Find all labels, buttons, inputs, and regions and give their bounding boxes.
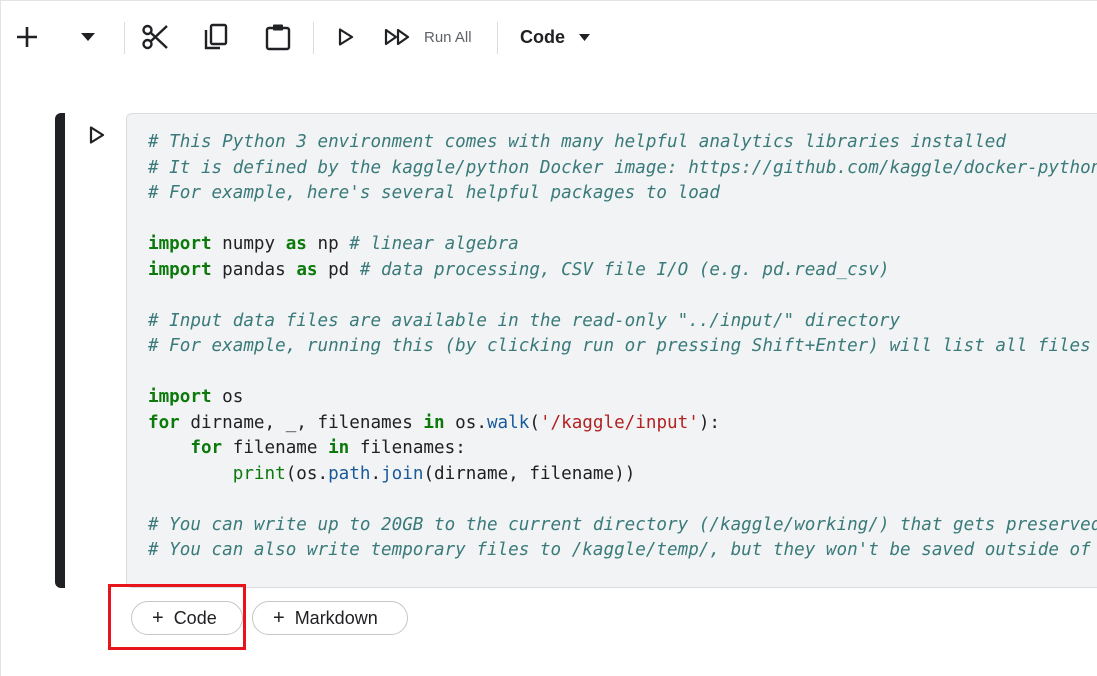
code-token-keyword: import — [148, 234, 212, 254]
code-line: # This Python 3 environment comes with m… — [148, 130, 1097, 156]
code-line: # For example, here's several helpful pa… — [148, 181, 1097, 207]
active-cell-indicator — [55, 113, 65, 588]
caret-down-icon — [579, 33, 590, 41]
code-token-plain: filename — [222, 438, 329, 458]
code-line: # It is defined by the kaggle/python Doc… — [148, 156, 1097, 182]
code-token-plain: pandas — [211, 259, 297, 280]
code-token-comment: # For example, here's several helpful pa… — [148, 183, 720, 203]
code-token-plain: ): — [698, 412, 721, 433]
code-line: ​ — [148, 360, 1097, 386]
code-token-keyword: import — [148, 387, 212, 407]
caret-down-icon — [81, 33, 95, 41]
code-token-plain: dirname, _, filenames — [179, 412, 424, 433]
code-token-comment: # For example, running this (by clicking… — [148, 336, 1091, 356]
code-token-comment: # This Python 3 environment comes with m… — [148, 132, 1006, 152]
cell-type-label: Code — [520, 26, 565, 47]
fast-forward-icon — [384, 28, 410, 46]
code-token-plain: ( — [529, 412, 540, 433]
code-token-attr: path — [328, 463, 371, 484]
highlight-annotation-box — [108, 584, 246, 650]
code-token-plain: pd — [317, 259, 360, 280]
run-all-label: Run All — [424, 28, 472, 46]
code-token-plain: (dirname, filename)) — [423, 463, 636, 484]
code-line: # You can also write temporary files to … — [148, 538, 1097, 564]
code-token-builtin: print — [232, 463, 286, 484]
toolbar-divider — [124, 22, 125, 54]
code-line: ​ — [148, 487, 1097, 513]
code-token-comment: # It is defined by the kaggle/python Doc… — [148, 157, 1097, 178]
code-token-plain: os. — [444, 412, 487, 433]
code-line: # For example, running this (by clicking… — [148, 334, 1097, 360]
code-token-keyword: as — [285, 234, 307, 254]
code-line: for dirname, _, filenames in os.walk('/k… — [148, 411, 1097, 437]
code-token-plain: os — [211, 387, 244, 407]
code-token-comment: # You can also write temporary files to … — [148, 540, 1091, 560]
run-cell-button[interactable] — [84, 122, 110, 148]
code-token-plain: filenames: — [349, 438, 466, 458]
toolbar-divider — [497, 22, 498, 54]
add-markdown-label: Markdown — [294, 607, 378, 628]
toolbar-divider — [313, 22, 314, 54]
code-token-plain: numpy — [211, 234, 286, 254]
code-line: import pandas as pd # data processing, C… — [148, 258, 1097, 284]
code-token-attr: join — [381, 463, 424, 484]
code-line: for filename in filenames: — [148, 436, 1097, 462]
cut-button[interactable] — [136, 8, 174, 66]
add-cell-dropdown-button[interactable] — [72, 8, 104, 66]
code-token-keyword: import — [148, 259, 212, 280]
code-cell-editor[interactable]: # This Python 3 environment comes with m… — [126, 113, 1097, 588]
code-token-keyword: in — [423, 412, 445, 433]
code-token-string: '/kaggle/input' — [539, 412, 699, 433]
clipboard-icon — [265, 24, 291, 51]
code-token-keyword: for — [190, 438, 223, 458]
add-cell-button[interactable] — [8, 8, 46, 66]
code-line: ​ — [148, 283, 1097, 309]
plus-icon — [17, 27, 37, 47]
code-token-comment: # linear algebra — [349, 234, 519, 254]
code-lines: # This Python 3 environment comes with m… — [148, 130, 1097, 564]
code-token-keyword: for — [148, 412, 180, 433]
code-token-keyword: as — [296, 259, 318, 280]
code-line: ​ — [148, 207, 1097, 233]
code-token-comment: # You can write up to 20GB to the curren… — [148, 514, 1097, 535]
code-line: import numpy as np # linear algebra — [148, 232, 1097, 258]
plus-icon: + — [273, 607, 285, 629]
code-line: # Input data files are available in the … — [148, 309, 1097, 335]
play-icon — [89, 126, 105, 144]
run-cell-toolbar-button[interactable] — [330, 8, 362, 66]
notebook-toolbar: Run All Code — [0, 8, 1097, 66]
copy-icon — [204, 23, 228, 50]
run-all-button[interactable]: Run All — [384, 8, 494, 66]
code-token-plain: np — [306, 234, 350, 254]
code-token-comment: # data processing, CSV file I/O (e.g. pd… — [359, 259, 890, 280]
code-token-plain: (os. — [285, 463, 329, 484]
scissors-icon — [142, 24, 168, 50]
code-line: import os — [148, 385, 1097, 411]
play-icon — [338, 28, 354, 46]
code-token-keyword: in — [328, 438, 350, 458]
code-token-attr: walk — [486, 412, 530, 433]
cell-type-select[interactable]: Code — [520, 8, 608, 66]
code-line: print(os.path.join(dirname, filename)) — [148, 462, 1097, 488]
code-line: # You can write up to 20GB to the curren… — [148, 513, 1097, 539]
code-token-plain: . — [370, 463, 382, 484]
add-markdown-cell-button[interactable]: + Markdown — [252, 601, 408, 635]
code-token-comment: # Input data files are available in the … — [148, 310, 901, 331]
paste-button[interactable] — [259, 8, 297, 66]
copy-button[interactable] — [197, 8, 235, 66]
